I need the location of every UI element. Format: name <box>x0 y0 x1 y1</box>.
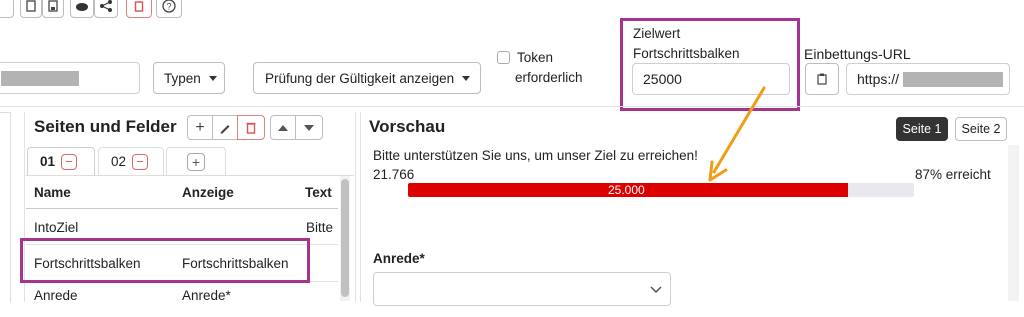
pruefung-label: Prüfung der Gültigkeit anzeigen <box>265 70 455 86</box>
section-divider <box>0 106 1024 107</box>
einbettungs-url-input[interactable]: https:// <box>846 63 1010 95</box>
plus-icon: + <box>187 152 205 171</box>
zielwert-highlight <box>620 18 800 111</box>
remove-page-icon[interactable]: − <box>61 153 78 170</box>
copy-icon <box>26 0 36 12</box>
pruefung-dropdown[interactable]: Prüfung der Gültigkeit anzeigen <box>253 62 481 94</box>
tab-page-01[interactable]: 01 − <box>27 147 95 175</box>
chevron-down-icon <box>462 75 471 81</box>
caret-up-icon <box>278 124 288 131</box>
preview-page-1-button[interactable]: Seite 1 <box>896 117 948 141</box>
cell-text: Bitte <box>306 220 334 235</box>
move-up-button[interactable] <box>270 115 296 140</box>
tab-add-page[interactable]: + <box>166 147 226 175</box>
col-header-name: Name <box>34 185 71 200</box>
toolbar-partial-button[interactable] <box>0 0 14 18</box>
outer-left-panel-edge <box>0 112 11 303</box>
preview-scrollbar-track[interactable] <box>1008 145 1019 301</box>
progress-bar-track: 25.000 <box>408 183 914 197</box>
name-input[interactable] <box>0 62 140 94</box>
vorschau-title: Vorschau <box>369 117 446 136</box>
progress-bar-label: 25.000 <box>608 183 645 197</box>
add-field-button[interactable]: + <box>187 115 213 140</box>
typen-dropdown[interactable]: Typen <box>153 62 225 94</box>
delete-button[interactable] <box>126 0 152 18</box>
page-1-label: Seite 1 <box>902 122 942 136</box>
intro-message: Bitte unterstützen Sie uns, um unser Zie… <box>373 148 698 163</box>
chevron-down-icon <box>650 286 662 294</box>
share-button[interactable] <box>94 0 118 18</box>
page-2-label: Seite 2 <box>961 122 1001 136</box>
anrede-select[interactable] <box>373 272 671 306</box>
token-label-line2: erforderlich <box>515 70 583 85</box>
edit-field-button[interactable] <box>212 115 238 140</box>
typen-label: Typen <box>164 70 201 86</box>
token-label-line1: Token <box>517 50 554 65</box>
redacted-url <box>903 72 1003 87</box>
chevron-down-icon <box>208 75 217 81</box>
redacted-value <box>1 71 79 86</box>
save-icon <box>48 0 58 12</box>
cell-name: IntoZiel <box>34 220 79 235</box>
preview-page-2-button[interactable]: Seite 2 <box>955 117 1007 141</box>
anrede-label: Anrede* <box>373 251 425 266</box>
col-header-text: Text <box>305 185 332 200</box>
seiten-felder-title: Seiten und Felder <box>34 117 177 136</box>
remove-page-icon[interactable]: − <box>132 153 149 170</box>
table-scrollbar-thumb[interactable] <box>341 179 349 297</box>
trash-icon <box>134 1 144 12</box>
copy-url-button[interactable] <box>805 63 839 95</box>
cloud-icon <box>76 3 88 11</box>
cloud-download-button[interactable] <box>70 0 94 18</box>
current-value: 21.766 <box>373 167 415 182</box>
delete-field-button[interactable] <box>237 115 265 140</box>
cell-name: Anrede <box>34 288 78 303</box>
row-highlight <box>20 238 310 283</box>
share-icon <box>100 0 112 12</box>
svg-text:?: ? <box>166 2 171 12</box>
token-checkbox[interactable] <box>497 51 510 64</box>
tab-label: 01 <box>40 154 56 169</box>
tab-page-02[interactable]: 02 − <box>98 147 164 175</box>
table-row[interactable]: Anrede Anrede* <box>26 282 338 317</box>
help-button[interactable]: ? <box>156 0 182 18</box>
cell-anzeige: Anrede* <box>182 288 231 303</box>
copy-button[interactable] <box>20 0 42 18</box>
col-header-anzeige: Anzeige <box>182 185 234 200</box>
pencil-icon <box>220 124 230 133</box>
tabs-baseline <box>26 175 354 176</box>
einbettungs-url-label: Einbettungs-URL <box>804 46 911 62</box>
plus-icon: + <box>195 118 205 136</box>
trash-icon <box>246 122 256 134</box>
save-button[interactable] <box>42 0 64 18</box>
caret-down-icon <box>304 124 314 131</box>
move-down-button[interactable] <box>295 115 323 140</box>
help-icon: ? <box>162 0 176 13</box>
reached-percent: 87% erreicht <box>915 167 991 182</box>
url-prefix: https:// <box>857 71 900 87</box>
clipboard-icon <box>817 73 827 85</box>
tab-label: 02 <box>111 154 127 169</box>
